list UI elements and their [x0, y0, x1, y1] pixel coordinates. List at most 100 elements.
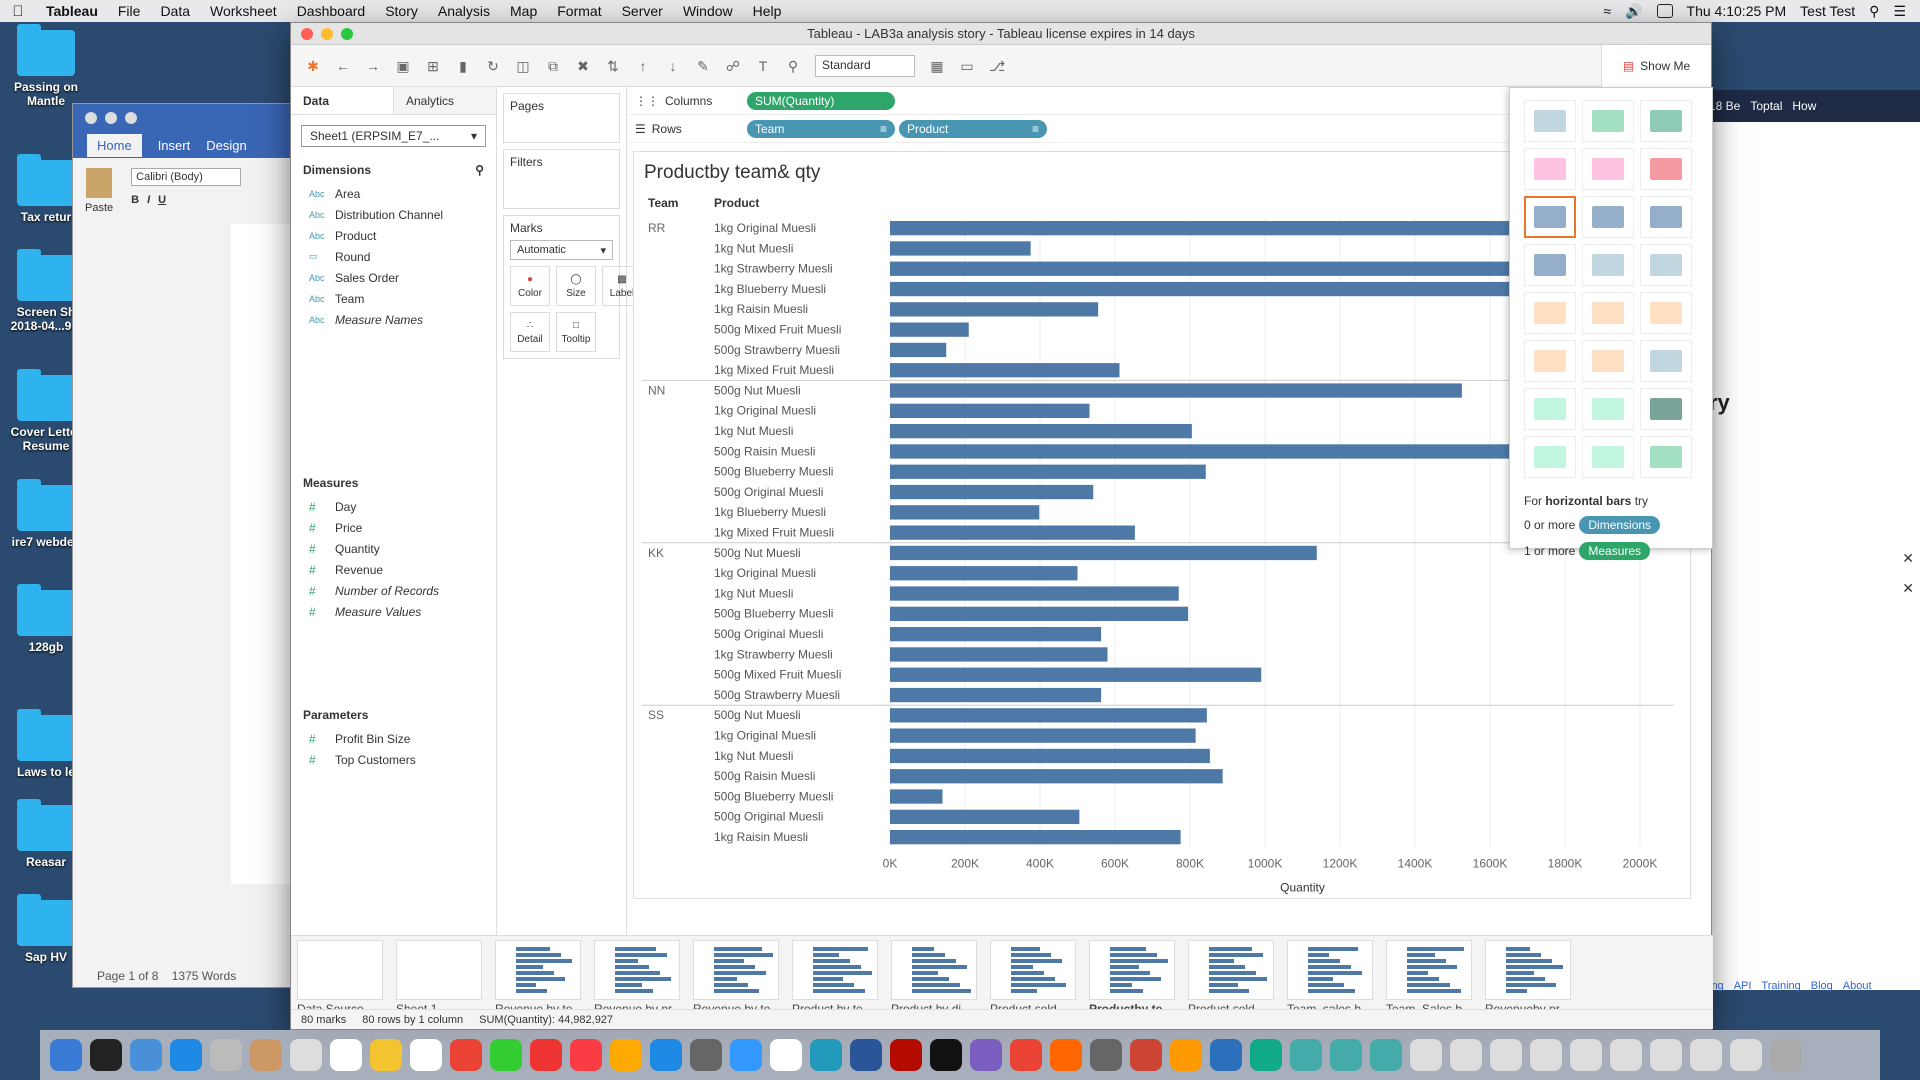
size-button[interactable]: ◯ Size — [556, 266, 596, 306]
label-icon[interactable]: T — [755, 58, 771, 74]
search-icon[interactable]: ⚲ — [475, 163, 484, 177]
histogram-icon[interactable] — [1582, 388, 1634, 430]
browser-link[interactable]: API — [1734, 980, 1752, 992]
pill-team[interactable]: Team ≡ — [747, 119, 895, 138]
menu-format[interactable]: Format — [547, 3, 611, 19]
sheet-tab[interactable]: Revenue by te... — [693, 940, 783, 1016]
desktop-icon[interactable]: Passing on Mantle — [0, 24, 92, 108]
close-icon[interactable]: ✕ — [1902, 550, 1914, 567]
mark-type-select[interactable]: Automatic ▾ — [510, 240, 613, 260]
measure-field[interactable]: # Revenue — [291, 559, 496, 580]
menu-window[interactable]: Window — [673, 3, 743, 19]
text-table-icon[interactable] — [1524, 100, 1576, 142]
sheet-tab[interactable]: Revenueby pr... — [1485, 940, 1575, 1016]
circle-views-icon[interactable] — [1582, 244, 1634, 286]
dock-app-icon[interactable] — [570, 1039, 602, 1071]
dock-app-icon[interactable] — [890, 1039, 922, 1071]
dock-app-icon[interactable] — [410, 1039, 442, 1071]
share-icon[interactable]: ⎇ — [989, 58, 1005, 74]
font-select[interactable]: Calibri (Body) — [131, 168, 242, 186]
tooltip-button[interactable]: □ Tooltip — [556, 312, 596, 352]
filled-map-icon[interactable] — [1582, 148, 1634, 190]
dock-app-icon[interactable] — [650, 1039, 682, 1071]
menu-app[interactable]: Tableau — [36, 3, 108, 19]
dock-app-icon[interactable] — [170, 1039, 202, 1071]
symbol-map-icon[interactable] — [1524, 148, 1576, 190]
dock-app-icon[interactable] — [50, 1039, 82, 1071]
dock-app-icon[interactable] — [290, 1039, 322, 1071]
underline-button[interactable]: U — [158, 194, 166, 206]
dock-app-icon[interactable] — [1090, 1039, 1122, 1071]
sheet-tab[interactable]: Product sold ... — [990, 940, 1080, 1016]
dock-app-icon[interactable] — [1210, 1039, 1242, 1071]
bold-button[interactable]: B — [131, 194, 139, 206]
horizontal-bars-icon[interactable] — [1524, 196, 1576, 238]
dock-app-icon[interactable] — [1330, 1039, 1362, 1071]
clear-sheet-icon[interactable]: ✖ — [575, 58, 591, 74]
close-icon[interactable] — [85, 112, 97, 124]
dual-lines-icon[interactable] — [1640, 292, 1692, 334]
word-tab-design[interactable]: Design — [206, 138, 246, 153]
dock-app-icon[interactable] — [1490, 1039, 1522, 1071]
dock-app-icon[interactable] — [1770, 1039, 1802, 1071]
sheet-tab[interactable]: Data Source — [297, 940, 387, 1016]
italic-button[interactable]: I — [147, 194, 150, 206]
display-icon[interactable] — [1656, 4, 1673, 18]
apple-menu-icon[interactable]:  — [0, 3, 36, 20]
wifi-icon[interactable]: ≈ — [1603, 3, 1611, 19]
dimension-field[interactable]: Abc Measure Names — [291, 309, 496, 330]
pill-product[interactable]: Product ≡ — [899, 119, 1047, 138]
menu-help[interactable]: Help — [743, 3, 792, 19]
dock-app-icon[interactable] — [490, 1039, 522, 1071]
word-tab-insert[interactable]: Insert — [158, 138, 191, 153]
detail-button[interactable]: ∴ Detail — [510, 312, 550, 352]
menu-dashboard[interactable]: Dashboard — [287, 3, 376, 19]
word-tab-home[interactable]: Home — [87, 133, 142, 157]
dock-app-icon[interactable] — [130, 1039, 162, 1071]
menu-data[interactable]: Data — [150, 3, 200, 19]
dimension-field[interactable]: Abc Area — [291, 183, 496, 204]
sort-asc-icon[interactable]: ↑ — [635, 58, 651, 74]
forward-icon[interactable]: → — [365, 58, 381, 74]
parameter-field[interactable]: # Profit Bin Size — [291, 728, 496, 749]
filters-shelf[interactable]: Filters — [503, 149, 620, 209]
tab-analytics[interactable]: Analytics — [393, 87, 496, 114]
zoom-icon[interactable] — [125, 112, 137, 124]
user-name[interactable]: Test Test — [1800, 3, 1855, 19]
dock-app-icon[interactable] — [1050, 1039, 1082, 1071]
heat-map-icon[interactable] — [1582, 100, 1634, 142]
sheet-tab[interactable]: Sheet 1 — [396, 940, 486, 1016]
measure-field[interactable]: # Quantity — [291, 538, 496, 559]
sheet-tab[interactable]: Productby te... — [1089, 940, 1179, 1016]
dimension-field[interactable]: Abc Sales Order — [291, 267, 496, 288]
refresh-icon[interactable]: ↻ — [485, 58, 501, 74]
dock-app-icon[interactable] — [770, 1039, 802, 1071]
dock-app-icon[interactable] — [1130, 1039, 1162, 1071]
menu-server[interactable]: Server — [612, 3, 673, 19]
list-icon[interactable]: ☰ — [1893, 3, 1906, 20]
dimension-field[interactable]: Abc Product — [291, 225, 496, 246]
dock-app-icon[interactable] — [1650, 1039, 1682, 1071]
fit-select[interactable]: Standard — [815, 54, 915, 77]
browser-link[interactable]: Training — [1761, 980, 1800, 992]
dock-app-icon[interactable] — [1370, 1039, 1402, 1071]
scatter-plot-icon[interactable] — [1524, 388, 1576, 430]
stacked-bars-icon[interactable] — [1582, 196, 1634, 238]
dock-app-icon[interactable] — [1010, 1039, 1042, 1071]
clock[interactable]: Thu 4:10:25 PM — [1687, 3, 1787, 19]
close-icon[interactable]: ✕ — [1902, 580, 1914, 597]
pie-chart-icon[interactable] — [1640, 148, 1692, 190]
gantt-chart-icon[interactable] — [1524, 436, 1576, 478]
packed-bubbles-icon[interactable] — [1640, 436, 1692, 478]
pause-icon[interactable]: ▮ — [455, 58, 471, 74]
pin-icon[interactable]: ⚲ — [785, 58, 801, 74]
side-by-side-circles-icon[interactable] — [1640, 244, 1692, 286]
menu-map[interactable]: Map — [500, 3, 547, 19]
dock-app-icon[interactable] — [1690, 1039, 1722, 1071]
pill-sum-quantity[interactable]: SUM(Quantity) — [747, 91, 895, 110]
area-discrete-icon[interactable] — [1582, 340, 1634, 382]
highlight-table-icon[interactable] — [1640, 100, 1692, 142]
dual-combination-icon[interactable] — [1640, 340, 1692, 382]
dock-app-icon[interactable] — [370, 1039, 402, 1071]
sheet-tab[interactable]: Product by te... — [792, 940, 882, 1016]
